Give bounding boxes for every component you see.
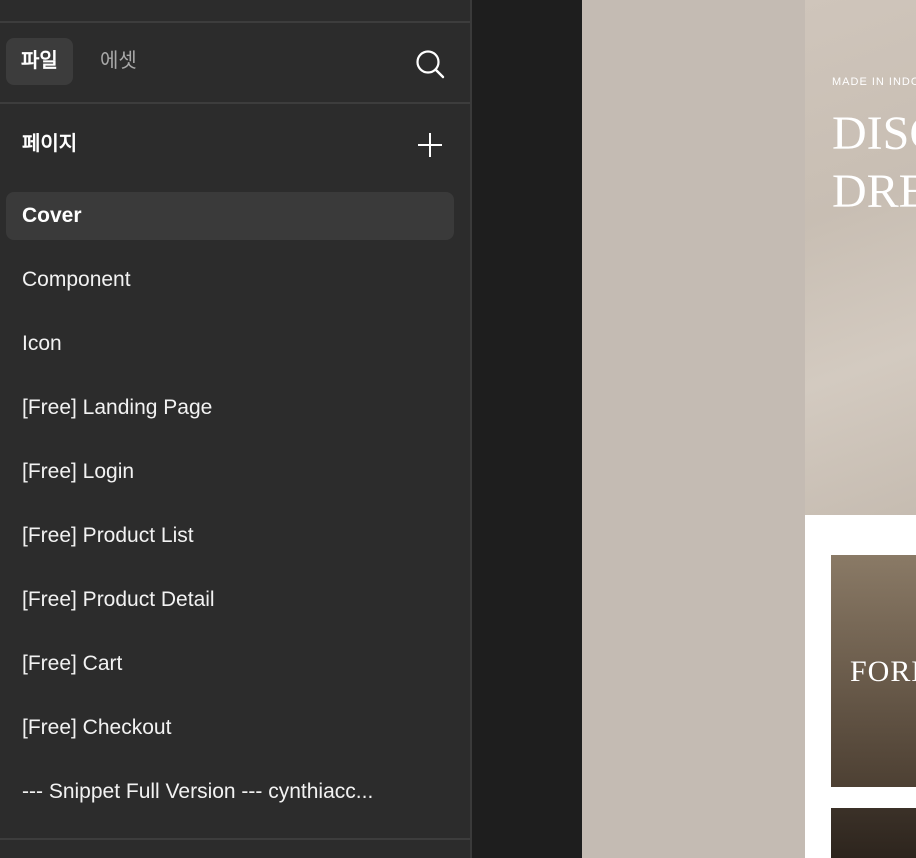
page-item-product-list[interactable]: [Free] Product List <box>6 512 454 560</box>
pages-header: 페이지 <box>0 104 470 184</box>
canvas-gutter <box>472 0 582 858</box>
panel-divider <box>0 838 470 840</box>
pages-title: 페이지 <box>22 133 78 155</box>
page-item-landing-page[interactable]: [Free] Landing Page <box>6 384 454 432</box>
hero-title-line-1: DISC <box>832 107 916 160</box>
tab-assets[interactable]: 에셋 <box>85 38 152 85</box>
hero-title: DISC DRE <box>832 105 916 221</box>
page-item-checkout[interactable]: [Free] Checkout <box>6 704 454 752</box>
add-page-button[interactable] <box>414 129 446 161</box>
search-icon[interactable] <box>413 47 447 81</box>
tab-files[interactable]: 파일 <box>6 38 73 85</box>
pages-panel: 파일 에셋 페이지 Cover Component Icon [Free] La… <box>0 0 472 858</box>
page-item-snippet-full-version[interactable]: --- Snippet Full Version --- cynthiacc..… <box>6 768 454 816</box>
panel-tabs: 파일 에셋 <box>0 23 470 104</box>
page-item-login[interactable]: [Free] Login <box>6 448 454 496</box>
page-item-component[interactable]: Component <box>6 256 454 304</box>
hero-title-line-2: DRE <box>832 165 916 218</box>
page-item-product-detail[interactable]: [Free] Product Detail <box>6 576 454 624</box>
product-card-image: FORM <box>831 555 916 787</box>
plus-icon <box>418 133 442 157</box>
page-item-cart[interactable]: [Free] Cart <box>6 640 454 688</box>
panel-top-strip <box>0 0 470 23</box>
page-item-cover[interactable]: Cover <box>6 192 454 240</box>
product-card-title: FORM <box>850 655 916 688</box>
hero-kicker: MADE IN INDO <box>832 76 916 88</box>
product-card-image-2 <box>831 808 916 858</box>
hero-image: MADE IN INDO DISC DRE <box>805 0 916 515</box>
page-item-icon[interactable]: Icon <box>6 320 454 368</box>
design-frame[interactable]: MADE IN INDO DISC DRE FORM <box>805 0 916 858</box>
